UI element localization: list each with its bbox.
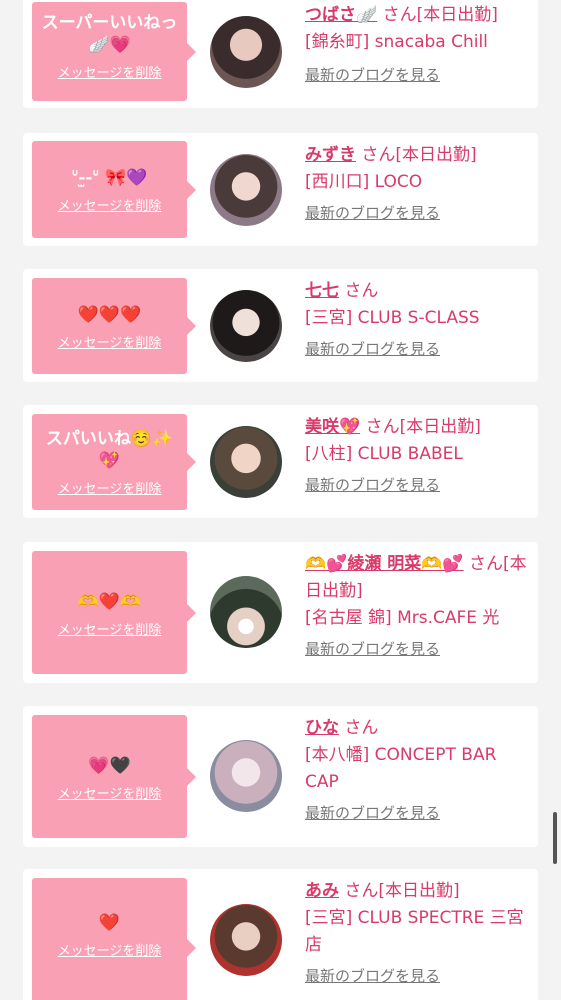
latest-blog-link[interactable]: 最新のブログを見る — [305, 62, 440, 89]
cast-info: ひな さん [本八幡] CONCEPT BAR CAP 最新のブログを見る — [305, 715, 531, 827]
honorific: さん — [469, 554, 503, 574]
store-name: [八柱] CLUB BABEL — [305, 444, 463, 464]
message-bubble: ᐡ-̫-ᐡ 🎀💜 メッセージを削除 — [32, 141, 196, 238]
message-text: スパいいね☺️✨💖 — [45, 429, 174, 471]
cast-info: 🫶💕綾瀬 明菜🫶💕 さん[本日出勤] [名古屋 錦] Mrs.CAFE 光 最新… — [305, 551, 531, 663]
delete-message-link[interactable]: メッセージを削除 — [32, 62, 187, 81]
latest-blog-link[interactable]: 最新のブログを見る — [305, 336, 440, 363]
message-bubble: 💗🖤 メッセージを削除 — [32, 715, 196, 838]
cast-name-link[interactable]: 🫶💕綾瀬 明菜🫶💕 — [305, 554, 464, 574]
delete-message-link[interactable]: メッセージを削除 — [32, 783, 187, 802]
message-bubble: スパいいね☺️✨💖 メッセージを削除 — [32, 414, 196, 510]
cast-info: 美咲💖 さん[本日出勤] [八柱] CLUB BABEL 最新のブログを見る — [305, 414, 531, 499]
cast-info: つばさ🪽 さん[本日出勤] [錦糸町] snacaba Chill 最新のブログ… — [305, 2, 531, 89]
honorific: さん — [361, 145, 396, 165]
latest-blog-link[interactable]: 最新のブログを見る — [305, 636, 440, 663]
store-name: [西川口] LOCO — [305, 172, 423, 192]
avatar[interactable] — [210, 904, 282, 976]
message-text: 💗🖤 — [88, 756, 131, 776]
avatar[interactable] — [210, 154, 282, 226]
delete-message-link[interactable]: メッセージを削除 — [32, 619, 187, 638]
honorific: さん — [344, 281, 379, 301]
cast-name-link[interactable]: 美咲💖 — [305, 417, 360, 437]
list-item: ❤️ メッセージを削除 あみ さん[本日出勤] [三宮] CLUB SPECTR… — [23, 869, 538, 1000]
status-badge: [本日出勤] — [378, 881, 460, 901]
avatar[interactable] — [210, 740, 282, 812]
avatar[interactable] — [210, 16, 282, 88]
cast-info: みずき さん[本日出勤] [西川口] LOCO 最新のブログを見る — [305, 142, 531, 227]
honorific: さん — [365, 417, 400, 437]
cast-info: あみ さん[本日出勤] [三宮] CLUB SPECTRE 三宮店 最新のブログ… — [305, 878, 531, 990]
message-bubble: 🫶❤️🫶 メッセージを削除 — [32, 551, 196, 674]
message-text: ᐡ-̫-ᐡ 🎀💜 — [71, 168, 148, 188]
message-text: 🫶❤️🫶 — [77, 592, 142, 612]
message-text: ❤️ — [98, 913, 121, 933]
avatar[interactable] — [210, 576, 282, 648]
cast-name-link[interactable]: みずき — [305, 145, 356, 165]
status-badge: [本日出勤] — [395, 145, 477, 165]
store-name: [本八幡] CONCEPT BAR CAP — [305, 745, 497, 792]
status-badge: [本日出勤] — [416, 5, 498, 25]
message-text: スーパーいいねっ🪽💗 — [41, 13, 178, 55]
delete-message-link[interactable]: メッセージを削除 — [32, 332, 187, 351]
list-item: 🫶❤️🫶 メッセージを削除 🫶💕綾瀬 明菜🫶💕 さん[本日出勤] [名古屋 錦]… — [23, 542, 538, 683]
cast-name-link[interactable]: つばさ🪽 — [305, 5, 377, 25]
message-bubble: ❤️❤️❤️ メッセージを削除 — [32, 278, 196, 374]
cast-name-link[interactable]: 七七 — [305, 281, 339, 301]
delete-message-link[interactable]: メッセージを削除 — [32, 478, 187, 497]
cast-info: 七七 さん [三宮] CLUB S-CLASS 最新のブログを見る — [305, 278, 531, 363]
list-item: ᐡ-̫-ᐡ 🎀💜 メッセージを削除 みずき さん[本日出勤] [西川口] LOC… — [23, 133, 538, 246]
store-name: [錦糸町] snacaba Chill — [305, 32, 488, 52]
honorific: さん — [382, 5, 417, 25]
message-text: ❤️❤️❤️ — [77, 305, 142, 325]
store-name: [名古屋 錦] Mrs.CAFE 光 — [305, 608, 500, 628]
store-name: [三宮] CLUB S-CLASS — [305, 308, 480, 328]
avatar[interactable] — [210, 426, 282, 498]
latest-blog-link[interactable]: 最新のブログを見る — [305, 200, 440, 227]
latest-blog-link[interactable]: 最新のブログを見る — [305, 963, 440, 990]
cast-name-link[interactable]: ひな — [305, 718, 339, 738]
delete-message-link[interactable]: メッセージを削除 — [32, 940, 187, 959]
cast-name-link[interactable]: あみ — [305, 881, 339, 901]
list-item: スパいいね☺️✨💖 メッセージを削除 美咲💖 さん[本日出勤] [八柱] CLU… — [23, 405, 538, 518]
honorific: さん — [344, 718, 379, 738]
message-bubble: スーパーいいねっ🪽💗 メッセージを削除 — [32, 2, 196, 101]
latest-blog-link[interactable]: 最新のブログを見る — [305, 800, 440, 827]
message-bubble: ❤️ メッセージを削除 — [32, 878, 196, 1000]
status-badge: [本日出勤] — [399, 417, 481, 437]
delete-message-link[interactable]: メッセージを削除 — [32, 195, 187, 214]
list-item: スーパーいいねっ🪽💗 メッセージを削除 つばさ🪽 さん[本日出勤] [錦糸町] … — [23, 0, 538, 108]
honorific: さん — [344, 881, 379, 901]
scrollbar[interactable] — [553, 812, 557, 864]
avatar[interactable] — [210, 290, 282, 362]
list-item: 💗🖤 メッセージを削除 ひな さん [本八幡] CONCEPT BAR CAP … — [23, 706, 538, 847]
latest-blog-link[interactable]: 最新のブログを見る — [305, 472, 440, 499]
store-name: [三宮] CLUB SPECTRE 三宮店 — [305, 908, 524, 955]
list-item: ❤️❤️❤️ メッセージを削除 七七 さん [三宮] CLUB S-CLASS … — [23, 269, 538, 382]
